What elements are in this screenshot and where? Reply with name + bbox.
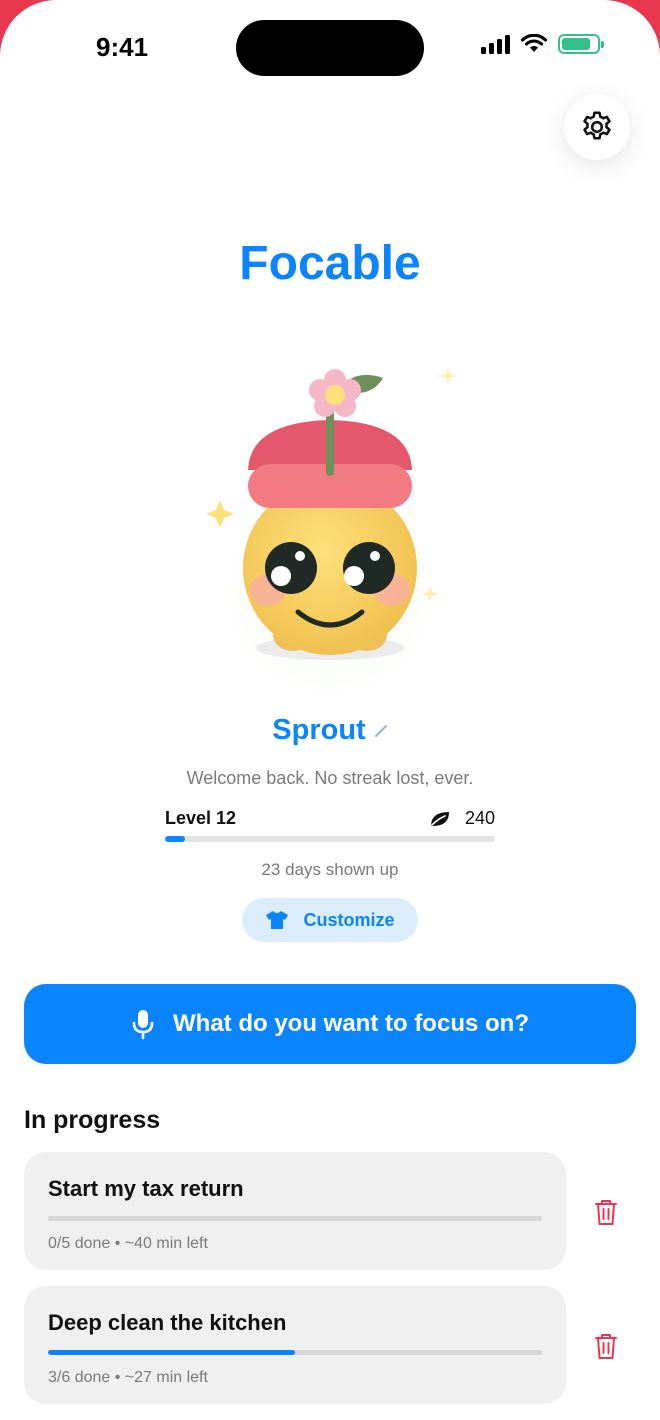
dynamic-island <box>236 20 424 76</box>
customize-button[interactable]: Customize <box>242 898 418 942</box>
task-meta: 3/6 done • ~27 min left <box>48 1369 208 1386</box>
trash-icon <box>595 1200 617 1225</box>
edit-icon[interactable] <box>374 724 388 738</box>
gear-icon <box>583 111 611 140</box>
in-progress-title: In progress <box>24 1106 161 1134</box>
mascot-sprout <box>200 368 460 690</box>
tshirt-icon <box>266 911 289 929</box>
focus-prompt-button[interactable]: What do you want to focus on? <box>24 984 636 1064</box>
task-progress-bar <box>48 1350 542 1355</box>
xp-progress-bar <box>165 836 495 842</box>
xp-progress-fill <box>165 836 185 842</box>
task-card[interactable]: Start my tax return 0/5 done • ~40 min l… <box>24 1152 566 1270</box>
task-progress-fill <box>48 1350 295 1355</box>
level-row: Level 12 240 <box>165 808 495 829</box>
coin-count: 240 <box>464 808 495 828</box>
welcome-text: Welcome back. No streak lost, ever. <box>186 768 474 788</box>
status-icons <box>481 34 604 54</box>
app-title: Focable <box>239 237 421 290</box>
task-progress-bar <box>48 1216 542 1221</box>
customize-label: Customize <box>303 909 395 930</box>
microphone-icon <box>132 1010 154 1040</box>
app-screen: 9:41 Focable Sprout Welcome back. No str… <box>0 0 660 1420</box>
signal-icon <box>481 34 510 54</box>
task-title: Start my tax return <box>48 1176 244 1201</box>
task-title: Deep clean the kitchen <box>48 1310 287 1335</box>
delete-task-button[interactable] <box>586 1326 626 1366</box>
battery-icon <box>558 34 604 54</box>
leaf-coins: 240 <box>429 808 495 829</box>
pet-name-row[interactable]: Sprout <box>0 714 660 747</box>
trash-icon <box>595 1334 617 1359</box>
leaf-icon <box>430 811 449 826</box>
level-label: Level 12 <box>165 808 237 828</box>
settings-button[interactable] <box>564 94 630 160</box>
status-time: 9:41 <box>96 32 149 62</box>
wifi-icon <box>520 34 548 52</box>
task-card[interactable]: Deep clean the kitchen 3/6 done • ~27 mi… <box>24 1286 566 1404</box>
focus-prompt-label: What do you want to focus on? <box>173 1010 529 1037</box>
pet-name: Sprout <box>272 714 366 746</box>
streak-text: 23 days shown up <box>261 860 399 879</box>
task-meta: 0/5 done • ~40 min left <box>48 1235 208 1252</box>
delete-task-button[interactable] <box>586 1192 626 1232</box>
